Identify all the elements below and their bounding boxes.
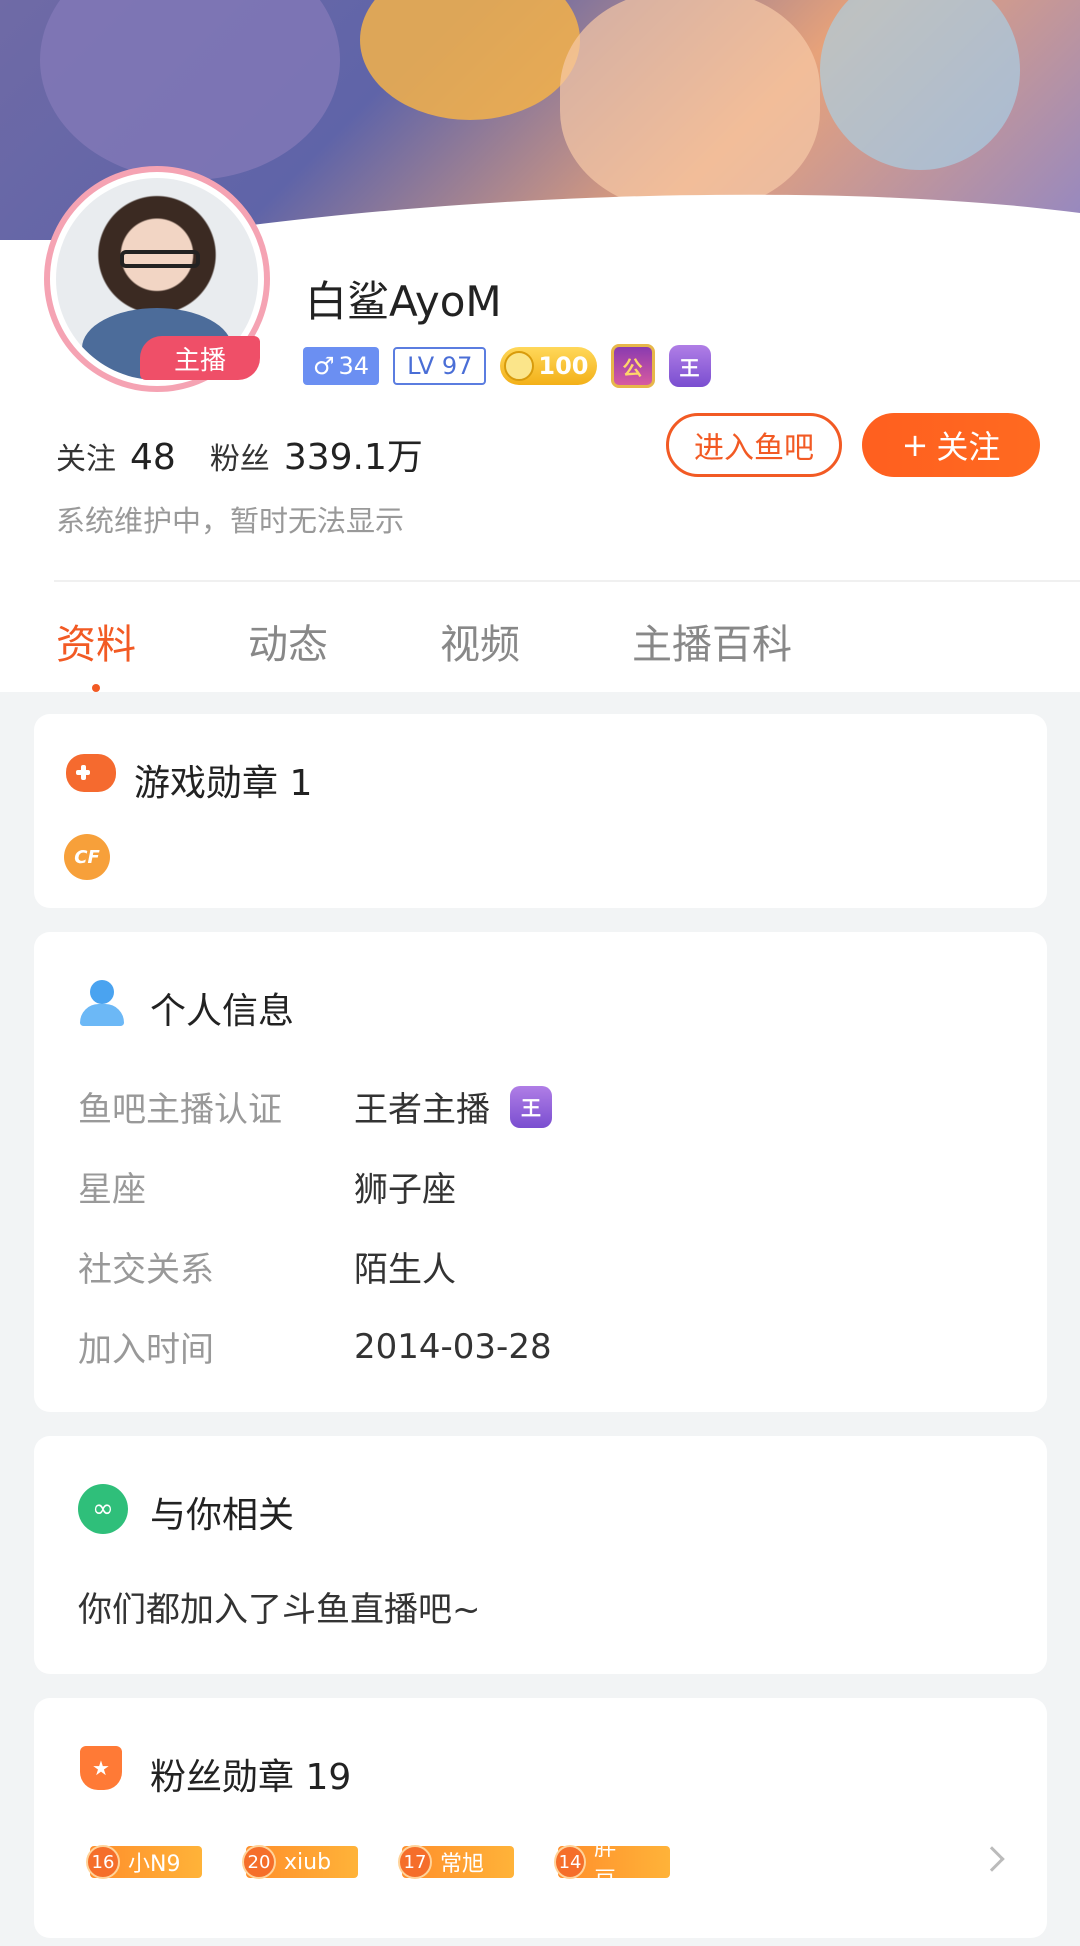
game-medals-title: 游戏勋章 1	[134, 763, 313, 804]
gender-badge: ♂ 34	[303, 347, 380, 385]
follow-button[interactable]: + 关注	[862, 413, 1040, 477]
profile-stats: 关注 48 粉丝 339.1万	[56, 428, 457, 480]
tab-label: 主播百科	[632, 622, 792, 668]
fan-medals-title: 粉丝勋章 19	[150, 1757, 352, 1798]
info-key: 加入时间	[78, 1330, 214, 1370]
guild-shield-icon[interactable]: 公	[610, 344, 655, 388]
link-icon: ∞	[78, 1484, 128, 1534]
tab-label: 视频	[440, 622, 520, 668]
related-title: 与你相关	[150, 1495, 295, 1536]
fan-medal-level: 20	[242, 1845, 276, 1879]
info-key: 星座	[78, 1170, 146, 1210]
user-icon	[78, 980, 124, 1026]
divider	[54, 580, 1080, 582]
king-badge-icon: 王	[510, 1085, 552, 1128]
personal-info-title: 个人信息	[150, 991, 295, 1032]
game-medals-card[interactable]: 游戏勋章 1 CF	[34, 714, 1047, 908]
fan-medal[interactable]: 14 胖豆、	[554, 1836, 670, 1893]
fan-medal-name: 常旭	[440, 1852, 485, 1877]
info-value: 王者主播	[354, 1090, 490, 1130]
follow-button-label: 关注	[936, 428, 1001, 466]
profile-tabs: 资料 动态 视频 主播百科	[56, 612, 904, 692]
info-key: 鱼吧主播认证	[78, 1090, 282, 1130]
fan-medal-level: 17	[398, 1845, 432, 1879]
fan-medal-name: 胖豆、	[594, 1836, 639, 1893]
info-value: 2014-03-28	[354, 1326, 552, 1367]
info-row-relation: 社交关系 陌生人	[78, 1242, 456, 1291]
tab-posts[interactable]: 动态	[248, 612, 328, 670]
status-text: 系统维护中，暂时无法显示	[56, 504, 405, 538]
info-row-certification: 鱼吧主播认证 王者主播 王	[78, 1082, 552, 1131]
gamepad-icon	[66, 754, 116, 792]
fan-medal-level: 14	[554, 1845, 587, 1879]
tab-label: 动态	[248, 622, 328, 668]
info-value: 狮子座	[354, 1170, 456, 1210]
fan-medal[interactable]: 20 xiub	[242, 1845, 358, 1879]
related-card: ∞ 与你相关 你们都加入了斗鱼直播吧~	[34, 1436, 1047, 1674]
info-row-zodiac: 星座 狮子座	[78, 1162, 456, 1211]
fan-medal[interactable]: 17 常旭	[398, 1845, 514, 1879]
info-value: 陌生人	[354, 1250, 456, 1290]
chevron-right-icon[interactable]	[979, 1846, 1005, 1872]
fan-medal-name: xiub	[284, 1849, 332, 1875]
gender-level: 34	[338, 352, 370, 380]
king-badge-icon[interactable]: 王	[668, 345, 711, 387]
gold-badge[interactable]: 100	[500, 347, 597, 385]
tab-videos[interactable]: 视频	[440, 612, 520, 670]
fan-medals-card[interactable]: ★ 粉丝勋章 19 16 小N9 20 xiub 17 常旭 14 胖豆、	[34, 1698, 1047, 1938]
gold-badge-value: 100	[538, 352, 589, 380]
fans-label[interactable]: 粉丝	[210, 434, 270, 478]
tab-profile[interactable]: 资料	[56, 612, 136, 692]
coin-icon	[504, 351, 535, 381]
host-tag: 主播	[140, 336, 260, 380]
follow-count[interactable]: 48	[130, 437, 176, 478]
username: 白鲨AyoM	[305, 277, 502, 326]
badge-row: ♂ 34 LV 97 100 公 王	[303, 344, 711, 388]
male-icon: ♂	[313, 352, 335, 380]
info-key: 社交关系	[78, 1250, 214, 1290]
follow-label[interactable]: 关注	[56, 434, 116, 478]
related-text: 你们都加入了斗鱼直播吧~	[78, 1590, 481, 1630]
personal-info-card: 个人信息 鱼吧主播认证 王者主播 王 星座 狮子座 社交关系 陌生人 加入时间 …	[34, 932, 1047, 1412]
enter-fish-bar-button[interactable]: 进入鱼吧	[666, 413, 842, 477]
tab-wiki[interactable]: 主播百科	[632, 612, 792, 670]
fan-medal[interactable]: 16 小N9	[86, 1845, 202, 1879]
fan-medal-level: 16	[86, 1845, 120, 1879]
info-row-join-date: 加入时间 2014-03-28	[78, 1322, 552, 1371]
cf-medal-icon[interactable]: CF	[64, 834, 110, 880]
fan-medal-name: 小N9	[128, 1852, 181, 1877]
plus-icon: +	[901, 426, 929, 464]
tab-label: 资料	[56, 622, 136, 668]
fan-medal-list: 16 小N9 20 xiub 17 常旭 14 胖豆、	[86, 1836, 670, 1893]
star-badge-icon: ★	[80, 1746, 122, 1790]
fans-count[interactable]: 339.1万	[284, 428, 423, 480]
active-tab-indicator	[92, 684, 100, 692]
level-badge[interactable]: LV 97	[393, 347, 487, 385]
